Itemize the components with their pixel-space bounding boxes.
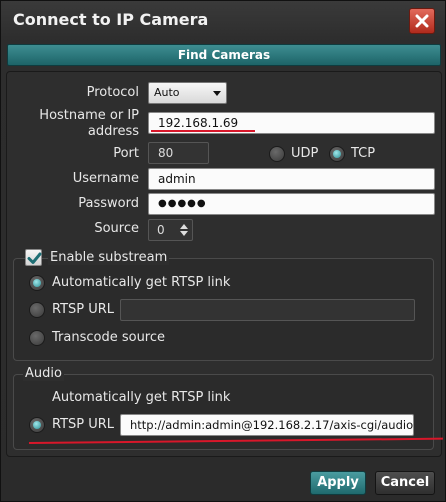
chevron-down-icon (213, 91, 221, 96)
hostname-label-line1: Hostname or IP (39, 108, 139, 123)
password-input[interactable]: ●●●●● (148, 193, 435, 215)
audio-group-label: Audio (23, 366, 64, 381)
cancel-button[interactable]: Cancel (375, 471, 435, 495)
udp-radio[interactable] (269, 146, 285, 162)
close-button[interactable] (409, 8, 435, 34)
substream-rtsp-input[interactable] (120, 299, 415, 321)
checkmark-icon (27, 252, 42, 264)
hostname-label: Hostname or IP address (31, 108, 139, 140)
protocol-select[interactable]: Auto (148, 82, 227, 104)
find-cameras-button[interactable]: Find Cameras (7, 44, 441, 66)
tcp-label: TCP (351, 146, 376, 161)
password-label: Password (78, 196, 139, 211)
username-input[interactable]: admin (148, 168, 435, 190)
audio-rtsp-radio[interactable] (29, 417, 45, 433)
annotation-underline (151, 130, 255, 132)
substream-transcode-label: Transcode source (52, 330, 166, 345)
close-icon (415, 14, 429, 28)
tcp-radio[interactable] (329, 146, 345, 162)
substream-auto-radio[interactable] (29, 275, 45, 291)
hostname-label-line2: address (87, 124, 139, 139)
protocol-label: Protocol (86, 85, 139, 100)
protocol-value: Auto (154, 86, 180, 99)
udp-label: UDP (291, 146, 319, 161)
substream-auto-label: Automatically get RTSP link (52, 275, 231, 290)
username-label: Username (72, 171, 139, 186)
apply-button[interactable]: Apply (310, 471, 366, 495)
source-spinbox[interactable]: 0 (148, 219, 193, 241)
audio-rtsp-input[interactable]: http://admin:admin@192.168.2.17/axis-cgi… (120, 414, 414, 436)
substream-rtsp-label: RTSP URL (52, 302, 115, 317)
source-value: 0 (157, 223, 165, 237)
enable-substream-checkbox[interactable] (25, 249, 42, 266)
title-bar: Connect to IP Camera (1, 1, 446, 41)
connect-ip-camera-dialog: Connect to IP Camera Find Cameras Protoc… (0, 0, 446, 502)
spin-arrows-icon (180, 224, 188, 236)
enable-substream-label: Enable substream (48, 250, 170, 265)
dialog-title: Connect to IP Camera (13, 10, 209, 29)
audio-rtsp-label: RTSP URL (52, 417, 115, 432)
port-label: Port (113, 146, 139, 161)
substream-rtsp-radio[interactable] (29, 302, 45, 318)
port-input[interactable]: 80 (148, 142, 209, 164)
audio-auto-label: Automatically get RTSP link (52, 390, 231, 405)
source-label: Source (94, 221, 139, 236)
substream-transcode-radio[interactable] (29, 330, 45, 346)
